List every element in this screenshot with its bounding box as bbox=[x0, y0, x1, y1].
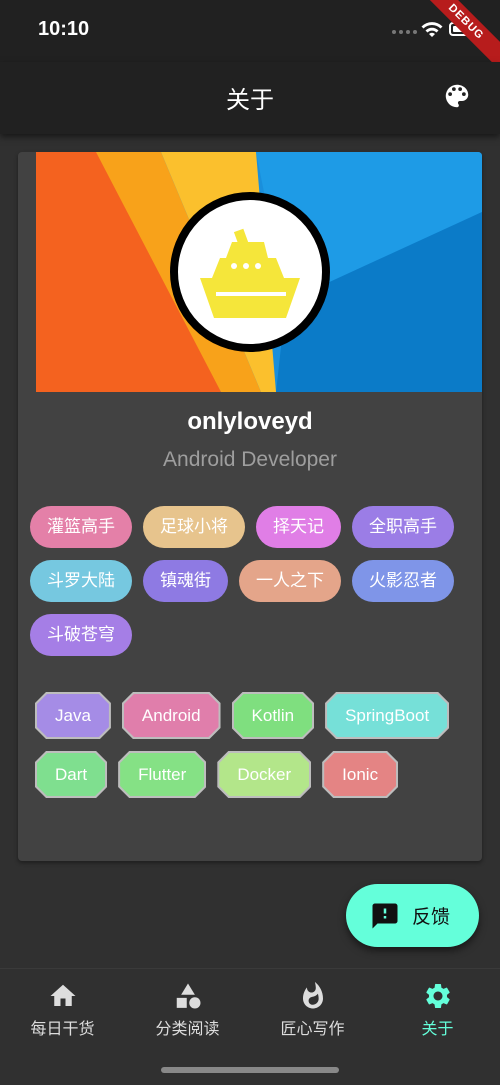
anime-tag[interactable]: 斗罗大陆 bbox=[30, 560, 132, 602]
nav-item-daily[interactable]: 每日干货 bbox=[0, 981, 125, 1039]
anime-tag[interactable]: 一人之下 bbox=[239, 560, 341, 602]
profile-card: onlyloveyd Android Developer 灌篮高手 足球小将 择… bbox=[18, 152, 482, 861]
nav-item-writing[interactable]: 匠心写作 bbox=[250, 981, 375, 1039]
anime-tag[interactable]: 足球小将 bbox=[143, 506, 245, 548]
skill-tag[interactable]: Docker bbox=[219, 753, 309, 796]
category-icon bbox=[176, 983, 200, 1009]
nav-item-category[interactable]: 分类阅读 bbox=[125, 981, 250, 1039]
wifi-icon bbox=[421, 22, 443, 37]
anime-tag[interactable]: 镇魂街 bbox=[143, 560, 228, 602]
ship-icon bbox=[200, 228, 300, 318]
skill-tag[interactable]: Java bbox=[37, 694, 109, 737]
home-icon bbox=[50, 984, 75, 1006]
skill-tag-list: Java Android Kotlin SpringBoot Dart Flut… bbox=[35, 692, 475, 798]
nav-label: 每日干货 bbox=[30, 1019, 95, 1038]
page-title: 关于 bbox=[226, 86, 274, 114]
nav-item-about[interactable]: 关于 bbox=[375, 981, 500, 1039]
anime-tag[interactable]: 择天记 bbox=[256, 506, 341, 548]
anime-tag[interactable]: 全职高手 bbox=[352, 506, 454, 548]
skill-tag[interactable]: SpringBoot bbox=[327, 694, 447, 737]
skill-tag[interactable]: Kotlin bbox=[234, 694, 313, 737]
app-bar: 关于 bbox=[0, 62, 500, 134]
skill-tag[interactable]: Ionic bbox=[324, 753, 396, 796]
feedback-icon bbox=[372, 903, 398, 928]
status-bar: 10:10 bbox=[0, 0, 500, 62]
nav-label: 分类阅读 bbox=[155, 1019, 220, 1038]
avatar[interactable] bbox=[170, 192, 330, 352]
anime-tag[interactable]: 火影忍者 bbox=[352, 560, 454, 602]
anime-tag-list: 灌篮高手 足球小将 择天记 全职高手 斗罗大陆 镇魂街 一人之下 火影忍者 斗破… bbox=[30, 506, 480, 656]
status-time: 10:10 bbox=[38, 18, 90, 40]
anime-tag[interactable]: 灌篮高手 bbox=[30, 506, 132, 548]
flame-icon bbox=[302, 981, 323, 1009]
feedback-label: 反馈 bbox=[412, 906, 451, 928]
feedback-button[interactable]: 反馈 bbox=[346, 884, 479, 947]
signal-icon bbox=[392, 30, 417, 34]
skill-tag[interactable]: Flutter bbox=[120, 753, 204, 796]
home-indicator bbox=[161, 1067, 339, 1073]
profile-role: Android Developer bbox=[163, 448, 337, 471]
profile-username: onlyloveyd bbox=[187, 408, 313, 435]
palette-icon[interactable] bbox=[442, 81, 472, 111]
nav-label: 关于 bbox=[421, 1019, 454, 1038]
nav-label: 匠心写作 bbox=[280, 1019, 345, 1038]
skill-tag[interactable]: Dart bbox=[37, 753, 105, 796]
settings-icon bbox=[425, 983, 450, 1008]
anime-tag[interactable]: 斗破苍穹 bbox=[30, 614, 132, 656]
skill-tag[interactable]: Android bbox=[124, 694, 219, 737]
